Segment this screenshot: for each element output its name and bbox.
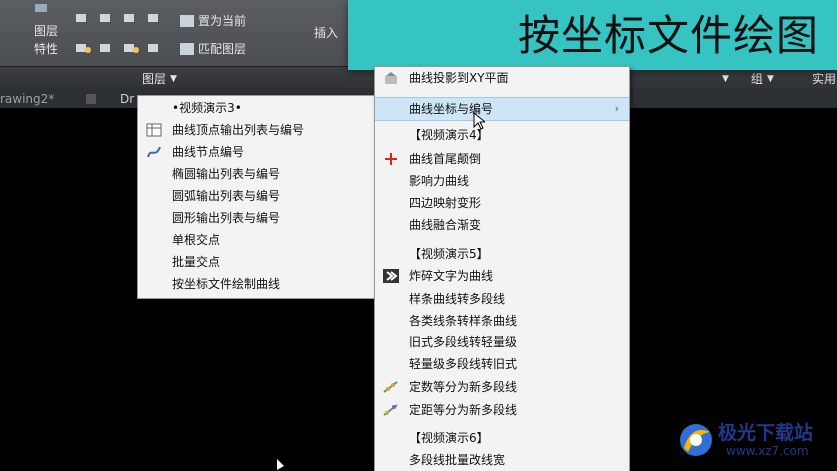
menu-item-video6[interactable]: 【视频演示6】 (375, 427, 629, 449)
layer-panel-label: 图层 (142, 72, 167, 86)
menu-label: 旧式多段线转轻量级 (409, 335, 518, 349)
menu-item-divide[interactable]: 定数等分为新多段线 (375, 376, 629, 398)
menu-item-spline-to-pline[interactable]: 样条曲线转多段线 (375, 288, 629, 310)
menu-item-batch-intersection[interactable]: 批量交点 (138, 251, 376, 273)
menu-item-explode-text[interactable]: 炸碎文字为曲线 (375, 265, 629, 287)
right-menu: 曲线投影到XY平面 曲线坐标与编号 › 【视频演示4】 曲线首尾颠倒 影响力曲线… (374, 66, 630, 471)
watermark-name: 极光下载站 (718, 422, 814, 444)
menu-label: 轻量级多段线转旧式 (409, 357, 518, 371)
menu-label: 椭圆输出列表与编号 (172, 167, 281, 181)
menu-label: 单根交点 (172, 233, 221, 247)
menu-item-node-number[interactable]: 曲线节点编号 (138, 141, 376, 163)
table-icon (146, 123, 162, 137)
utility-panel-label: 实用 (812, 72, 837, 86)
menu-item-curve-coords[interactable]: 曲线坐标与编号 › (375, 97, 629, 121)
menu-label: 批量交点 (172, 255, 221, 269)
move-icon (385, 153, 397, 165)
menu-label: 多段线批量改线宽 (409, 453, 506, 467)
match-layer-button[interactable]: 匹配图层 (180, 40, 246, 57)
mouse-cursor-icon (473, 112, 485, 130)
menu-item-curve-blend[interactable]: 曲线融合渐变 (375, 214, 629, 236)
menu-label: 定数等分为新多段线 (409, 380, 518, 394)
menu-label: 曲线首尾颠倒 (409, 152, 482, 166)
banner-title: 按坐标文件绘图 (517, 11, 819, 60)
title-banner: 按坐标文件绘图 (348, 0, 837, 70)
layer-label-1: 图层 (34, 24, 59, 38)
menu-label: •视频演示3• (172, 101, 242, 115)
menu-label: 影响力曲线 (409, 174, 470, 188)
menu-item-old-to-light[interactable]: 旧式多段线转轻量级 (375, 331, 629, 353)
menu-label: 按坐标文件绘制曲线 (172, 277, 281, 291)
menu-label: 【视频演示6】 (409, 431, 489, 445)
insert-button[interactable]: 插入 (314, 24, 338, 41)
menu-item-quad-map[interactable]: 四边映射变形 (375, 192, 629, 214)
match-layer-label: 匹配图层 (198, 42, 247, 56)
layer-tool-icons[interactable] (74, 12, 174, 62)
menu-label: 曲线投影到XY平面 (409, 71, 509, 85)
measure-icon (383, 404, 398, 416)
set-current-button[interactable]: 置为当前 (180, 12, 246, 29)
menu-label: 圆形输出列表与编号 (172, 211, 281, 225)
menu-item-measure[interactable]: 定距等分为新多段线 (375, 399, 629, 421)
submenu-arrow-icon: › (614, 102, 619, 115)
tab-close-icon[interactable] (86, 94, 96, 104)
chevron-down-icon: ▼ (170, 73, 177, 84)
menu-label: 圆弧输出列表与编号 (172, 189, 281, 203)
group-panel-label: 组 (750, 72, 763, 86)
group-panel-title[interactable]: ▼ 组 ▼ (722, 70, 774, 87)
projection-icon (385, 72, 397, 84)
menu-item-single-intersection[interactable]: 单根交点 (138, 229, 376, 251)
match-layer-icon (180, 42, 194, 55)
watermark-logo (680, 424, 712, 456)
menu-label: 【视频演示5】 (409, 247, 489, 261)
chevron-down-icon: ▼ (766, 73, 774, 84)
menu-item-circle-list[interactable]: 圆形输出列表与编号 (138, 207, 376, 229)
set-current-label: 置为当前 (198, 14, 247, 28)
insert-label: 插入 (314, 26, 339, 40)
divide-icon (383, 381, 398, 393)
layer-label-2: 特性 (34, 42, 59, 56)
menu-label: 样条曲线转多段线 (409, 292, 506, 306)
curve-number-icon (147, 146, 161, 158)
menu-item-vertex-list[interactable]: 曲线顶点输出列表与编号 (138, 119, 376, 141)
menu-item-video3[interactable]: •视频演示3• (138, 97, 376, 119)
layer-tools (74, 12, 174, 62)
menu-item-arc-list[interactable]: 圆弧输出列表与编号 (138, 185, 376, 207)
left-submenu: •视频演示3• 曲线顶点输出列表与编号 曲线节点编号 椭圆输出列表与编号 圆弧输… (137, 95, 377, 299)
menu-label: 炸碎文字为曲线 (409, 269, 494, 283)
tab-drawing[interactable]: Dr (120, 90, 134, 108)
layer-icon (35, 4, 47, 12)
menu-label: 定距等分为新多段线 (409, 403, 518, 417)
menu-item-draw-from-file[interactable]: 按坐标文件绘制曲线 (138, 273, 376, 295)
watermark-url: www.xz7.com (726, 444, 809, 458)
explode-text-icon (383, 269, 399, 283)
menu-item-video4[interactable]: 【视频演示4】 (375, 124, 629, 146)
layer-panel-title[interactable]: 图层 ▼ (142, 70, 177, 87)
menu-label: 曲线融合渐变 (409, 218, 482, 232)
utility-panel-title[interactable]: 实用 (812, 70, 836, 87)
menu-item-project-xy[interactable]: 曲线投影到XY平面 (375, 67, 629, 89)
menu-item-batch-width[interactable]: 多段线批量改线宽 (375, 449, 629, 471)
menu-label: 曲线节点编号 (172, 145, 245, 159)
layer-properties-button[interactable] (34, 2, 48, 14)
menu-label: 四边映射变形 (409, 196, 482, 210)
menu-item-light-to-old[interactable]: 轻量级多段线转旧式 (375, 353, 629, 375)
menu-item-reverse-curve[interactable]: 曲线首尾颠倒 (375, 148, 629, 170)
menu-item-video5[interactable]: 【视频演示5】 (375, 243, 629, 265)
menu-label: 曲线顶点输出列表与编号 (172, 123, 305, 137)
chevron-down-icon: ▼ (722, 73, 729, 84)
tab-drawing2[interactable]: rawing2* (0, 90, 54, 108)
mouse-cursor-icon (277, 459, 284, 470)
set-current-icon (180, 14, 194, 27)
menu-item-influence-curve[interactable]: 影响力曲线 (375, 170, 629, 192)
watermark: 极光下载站 www.xz7.com (672, 414, 832, 466)
menu-label: 各类线条转样条曲线 (409, 314, 518, 328)
menu-item-lines-to-spline[interactable]: 各类线条转样条曲线 (375, 310, 629, 332)
menu-item-ellipse-list[interactable]: 椭圆输出列表与编号 (138, 163, 376, 185)
